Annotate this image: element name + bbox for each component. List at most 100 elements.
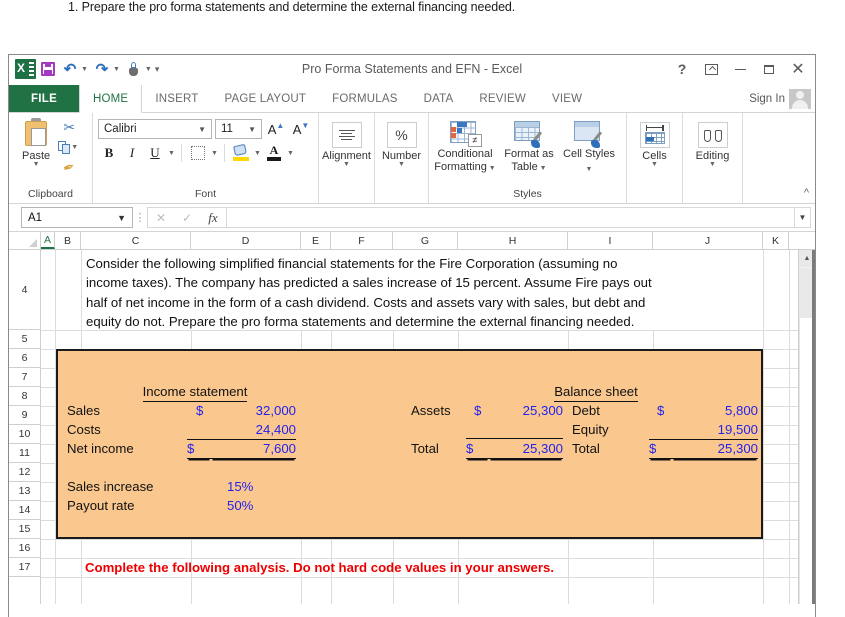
name-box[interactable]: A1 ▼ [21,207,133,228]
undo-dropdown-icon[interactable]: ▼ [81,66,88,73]
font-color-icon[interactable]: A [263,143,285,163]
touch-mode-dropdown-icon[interactable]: ▼ [145,66,152,73]
problem-statement-cell[interactable]: Consider the following simplified financ… [82,250,764,330]
bold-icon[interactable]: B [98,143,120,163]
cells-button[interactable]: Cells ▼ [632,116,677,184]
borders-dropdown-icon[interactable]: ▼ [210,150,219,157]
restore-icon[interactable] [756,58,782,80]
minimize-icon[interactable] [727,58,753,80]
tab-view[interactable]: VIEW [539,85,595,112]
column-header-i[interactable]: I [568,232,653,249]
italic-icon[interactable]: I [121,143,143,163]
row-header-15[interactable]: 15 [9,520,40,539]
save-icon[interactable] [38,59,58,79]
name-box-dropdown-icon[interactable]: ▼ [117,213,132,223]
number-button[interactable]: % Number ▼ [380,116,423,184]
bs-right-currency-debt: $ [657,403,665,418]
column-header-c[interactable]: C [81,232,191,249]
paste-button[interactable]: Paste ▼ [14,116,58,178]
tab-formulas[interactable]: FORMULAS [319,85,411,112]
tab-data[interactable]: DATA [411,85,467,112]
borders-icon[interactable] [187,143,209,163]
select-all-corner[interactable] [9,232,41,249]
customize-qat-icon[interactable]: ▾ [155,64,160,75]
row-header-6[interactable]: 6 [9,349,40,368]
ribbon-display-options-icon[interactable] [698,58,724,80]
redo-icon[interactable]: ↷ [92,59,112,79]
font-name-combo[interactable]: Calibri ▼ [98,119,212,139]
fill-color-icon[interactable] [230,143,252,163]
touch-mode-icon[interactable] [124,59,144,79]
insert-function-icon[interactable]: fx [200,208,226,227]
tab-home[interactable]: HOME [79,85,143,113]
row-header-12[interactable]: 12 [9,463,40,482]
row-header-17[interactable]: 17 [9,558,40,577]
cells-dropdown-icon[interactable]: ▼ [651,161,658,168]
row-header-8[interactable]: 8 [9,387,40,406]
grow-font-icon[interactable]: A ▲ [265,119,287,139]
collapse-ribbon-icon[interactable]: ^ [804,187,809,199]
tab-file[interactable]: FILE [9,85,79,112]
column-header-f[interactable]: F [331,232,393,249]
shrink-font-icon[interactable]: A ▼ [290,119,312,139]
fill-color-dropdown-icon[interactable]: ▼ [253,150,262,157]
formula-input[interactable] [226,207,795,228]
column-header-j[interactable]: J [653,232,763,249]
row-header-10[interactable]: 10 [9,425,40,444]
bs-left-blank-underline [466,420,563,439]
cell-styles-label: Cell Styles ▼ [563,148,615,173]
assumption-label-sales-increase: Sales increase [67,479,154,494]
column-header-a[interactable]: A [41,232,55,249]
column-header-d[interactable]: D [191,232,301,249]
help-icon[interactable]: ? [669,58,695,80]
font-size-dropdown-icon[interactable]: ▼ [243,125,261,134]
underline-dropdown-icon[interactable]: ▼ [167,150,176,157]
cell-styles-button[interactable]: Cell Styles ▼ [562,119,616,176]
column-header-b[interactable]: B [55,232,81,249]
window-right-edge [812,250,815,604]
font-name-dropdown-icon[interactable]: ▼ [193,125,211,134]
column-header-k[interactable]: K [763,232,789,249]
column-header-g[interactable]: G [393,232,458,249]
underline-icon[interactable]: U [144,143,166,163]
cut-icon[interactable]: ✂ [58,119,80,136]
alignment-button[interactable]: Alignment ▼ [322,116,371,184]
cells-area[interactable]: Consider the following simplified financ… [41,250,815,604]
font-name-value: Calibri [104,123,137,135]
editing-dropdown-icon[interactable]: ▼ [709,161,716,168]
format-painter-icon[interactable]: ✒ [56,156,82,179]
cell-styles-icon [572,119,606,148]
paste-dropdown-icon[interactable]: ▼ [33,161,40,168]
tab-insert[interactable]: INSERT [142,85,211,112]
column-header-h[interactable]: H [458,232,568,249]
row-header-5[interactable]: 5 [9,330,40,349]
font-color-dropdown-icon[interactable]: ▼ [286,150,295,157]
tab-review[interactable]: REVIEW [466,85,539,112]
cancel-formula-icon[interactable]: ✕ [148,208,174,227]
font-size-combo[interactable]: 11 ▼ [215,119,262,139]
row-header-16[interactable]: 16 [9,539,40,558]
alignment-dropdown-icon[interactable]: ▼ [343,161,350,168]
conditional-formatting-button[interactable]: ≠ Conditional Formatting ▼ [434,119,496,175]
tab-page-layout[interactable]: PAGE LAYOUT [211,85,319,112]
column-header-e[interactable]: E [301,232,331,249]
copy-icon[interactable]: ▼ [58,139,80,156]
row-header-7[interactable]: 7 [9,368,40,387]
row-header-11[interactable]: 11 [9,444,40,463]
sign-in-area[interactable]: Sign In [749,89,811,109]
row-header-13[interactable]: 13 [9,482,40,501]
avatar[interactable] [789,89,811,109]
enter-formula-icon[interactable]: ✓ [174,208,200,227]
expand-formula-bar-icon[interactable]: ▼ [795,207,811,228]
editing-button[interactable]: Editing ▼ [688,116,737,184]
row-headers: 4 5 6 7 8 9 10 11 12 13 14 15 16 17 [9,250,41,604]
grid-body: 4 5 6 7 8 9 10 11 12 13 14 15 16 17 Cons… [9,250,815,604]
format-as-table-button[interactable]: Format as Table ▼ [498,119,560,175]
row-header-14[interactable]: 14 [9,501,40,520]
row-header-4[interactable]: 4 [9,250,40,330]
redo-dropdown-icon[interactable]: ▼ [113,66,120,73]
number-dropdown-icon[interactable]: ▼ [398,161,405,168]
undo-icon[interactable]: ↶ [60,59,80,79]
close-icon[interactable]: ✕ [785,58,811,80]
row-header-9[interactable]: 9 [9,406,40,425]
